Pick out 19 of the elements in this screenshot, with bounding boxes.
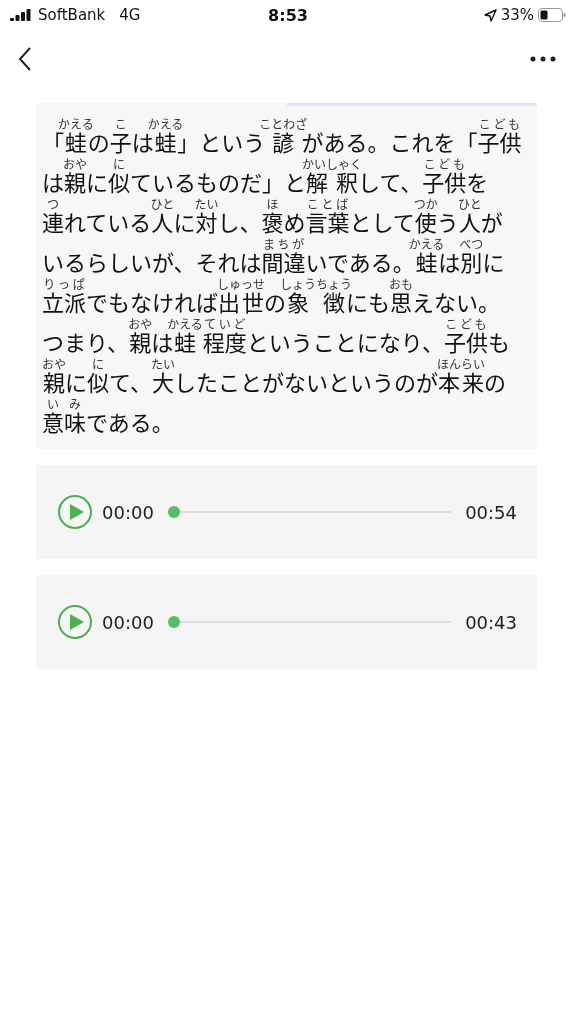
battery-percent: 33% [500,6,534,24]
play-icon [69,504,84,520]
elapsed-time: 00:00 [102,501,154,523]
clock: 8:53 [268,5,308,25]
carrier-name: SoftBank [38,6,106,24]
play-icon [69,614,84,630]
play-button[interactable] [58,495,92,529]
battery-icon [538,8,566,22]
elapsed-time: 00:00 [102,611,154,633]
play-button[interactable] [58,605,92,639]
signal-icon [10,9,32,21]
location-icon [483,8,497,22]
duration-time: 00:43 [465,611,517,633]
progress-thumb[interactable] [167,616,180,628]
network-type: 4G [119,6,141,24]
duration-time: 00:54 [465,501,517,523]
back-button[interactable] [18,47,32,71]
progress-thumb[interactable] [167,506,180,518]
more-button[interactable] [530,56,556,62]
